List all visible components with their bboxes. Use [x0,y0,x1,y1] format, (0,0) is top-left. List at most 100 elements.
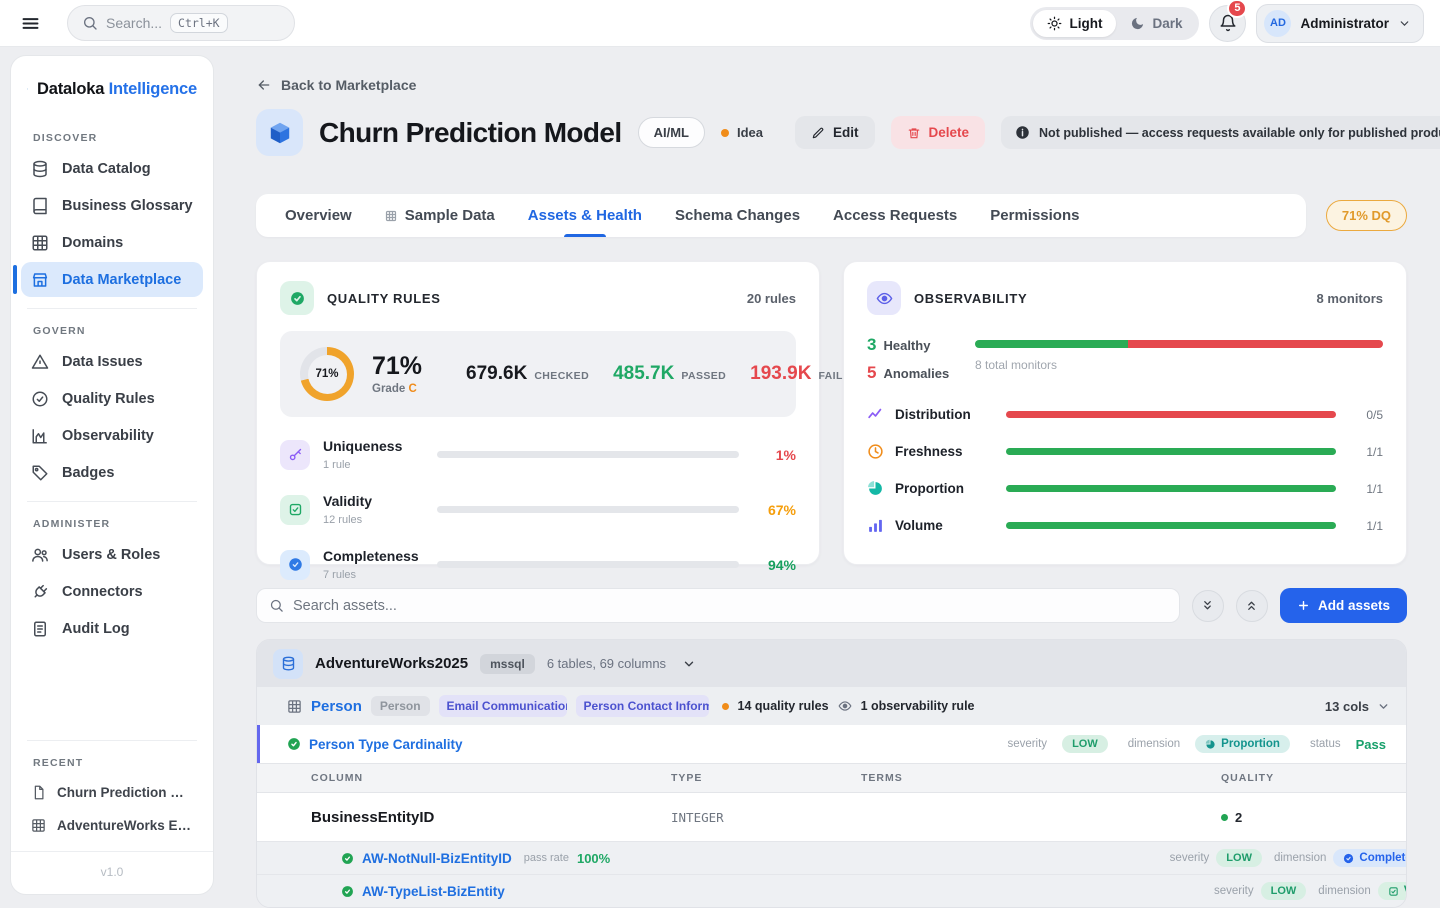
datasource-header[interactable]: AdventureWorks2025 mssql 6 tables, 69 co… [257,640,1406,687]
user-menu[interactable]: AD Administrator [1256,4,1424,43]
assets-toolbar: Add assets [256,588,1407,623]
expand-all-button[interactable] [1236,590,1268,622]
collapse-all-button[interactable] [1192,590,1224,622]
asset-panel: AdventureWorks2025 mssql 6 tables, 69 co… [256,639,1407,908]
chevron-down-icon [1377,700,1390,713]
sidebar-item-business-glossary[interactable]: Business Glossary [21,188,203,223]
back-link[interactable]: Back to Marketplace [256,77,416,93]
plug-icon [31,583,49,601]
check-circle-icon [287,737,301,751]
notifications-button[interactable]: 5 [1209,5,1246,42]
sidebar-item-domains[interactable]: Domains [21,225,203,260]
warning-triangle-icon [31,353,49,371]
table-row-person: Person Person Email Communication Pref P… [257,687,1406,725]
chevron-down-icon[interactable] [682,657,696,671]
search-shortcut-kbd: Ctrl+K [170,13,228,33]
monitor-row-proportion: Proportion 1/1 [867,480,1383,497]
recent-item-adventureworks[interactable]: AdventureWorks Enterpr… [21,809,203,841]
sidebar-item-audit-log[interactable]: Audit Log [21,611,203,646]
tab-overview[interactable]: Overview [285,194,352,237]
delete-button[interactable]: Delete [891,116,986,149]
sidebar-item-data-issues[interactable]: Data Issues [21,344,203,379]
recent-item-churn-prediction-model[interactable]: Churn Prediction Model [21,776,203,808]
asset-search[interactable] [256,588,1180,623]
edit-button[interactable]: Edit [795,116,875,149]
section-title-recent: RECENT [11,741,213,775]
column-row-businessentityid[interactable]: BusinessEntityID INTEGER 2 [257,793,1406,841]
quality-rules-summary: 14 quality rules [738,699,829,713]
term-badge[interactable]: Person Contact Informatio [576,695,709,717]
grid-small-icon [385,210,397,222]
sidebar-item-data-marketplace[interactable]: Data Marketplace [21,262,203,297]
brand: Dataloka Intelligence [11,56,213,116]
column-rule-row: AW-TypeList-BizEntity severity LOW dimen… [257,874,1406,907]
book-icon [31,197,49,215]
chart-icon [31,427,49,445]
dimension-badge: Proportion [1195,735,1290,753]
dimension-badge: Completeness [1333,849,1407,867]
rule-name-link[interactable]: AW-TypeList-BizEntity [362,884,505,899]
add-assets-button[interactable]: Add assets [1280,588,1407,623]
table-rule-row: Person Type Cardinality severity LOW dim… [257,725,1406,763]
term-badge[interactable]: Email Communication Pref [439,695,567,717]
sidebar-item-connectors[interactable]: Connectors [21,574,203,609]
quality-rules-title: QUALITY RULES [327,291,441,306]
topbar: Search... Ctrl+K Light Dark 5 AD Adminis… [0,0,1440,47]
sidebar-item-badges[interactable]: Badges [21,455,203,490]
eye-icon [838,699,852,713]
notification-count-badge: 5 [1227,0,1247,18]
columns-header: COLUMN TYPE TERMS QUALITY [257,763,1406,793]
tab-schema-changes[interactable]: Schema Changes [675,194,800,237]
quality-rules-count: 20 rules [747,291,796,306]
brand-name: Dataloka [37,80,104,98]
sidebar-item-observability[interactable]: Observability [21,418,203,453]
search-placeholder: Search... [106,15,162,31]
status-badge: Idea [721,125,763,140]
anomalies-stat: 5 Anomalies [867,363,961,383]
asset-search-input[interactable] [293,598,1167,614]
uniqueness-percent: 1% [752,447,796,463]
check-circle-icon [341,885,354,898]
page-title: Churn Prediction Model [319,117,622,149]
dq-grade: C [408,383,416,395]
total-monitors-caption: 8 total monitors [975,358,1383,372]
tab-permissions[interactable]: Permissions [990,194,1079,237]
tab-access-requests[interactable]: Access Requests [833,194,957,237]
quality-dot [722,703,729,710]
engine-badge: mssql [480,654,535,674]
theme-light-button[interactable]: Light [1033,10,1116,37]
checkbox-icon [280,495,310,525]
sidebar-item-users-roles[interactable]: Users & Roles [21,537,203,572]
table-name-link[interactable]: Person [311,698,362,715]
chevron-down-icon [1398,17,1411,30]
tab-sample-data[interactable]: Sample Data [385,194,495,237]
user-name: Administrator [1300,16,1389,31]
theme-toggle: Light Dark [1030,7,1199,40]
columns-toggle[interactable]: 13 cols [1325,699,1390,714]
trend-line-icon [867,406,884,423]
column-rule-row: AW-NotNull-BizEntityID pass rate 100% se… [257,841,1406,874]
eye-icon [867,281,901,315]
monitor-row-volume: Volume 1/1 [867,517,1383,534]
dimension-badge: Validity [1378,882,1407,900]
global-search-input[interactable]: Search... Ctrl+K [67,5,295,41]
arrow-left-icon [256,77,272,93]
severity-badge: LOW [1261,882,1307,900]
document-icon [31,620,49,638]
database-icon [273,649,303,679]
passed-stat: 485.7KPASSED [613,363,726,385]
rule-name-link[interactable]: AW-NotNull-BizEntityID [362,851,512,866]
monitors-count: 8 monitors [1317,291,1383,306]
sidebar-item-data-catalog[interactable]: Data Catalog [21,151,203,186]
completeness-percent: 94% [752,557,796,573]
pie-icon [867,480,884,497]
theme-dark-button[interactable]: Dark [1116,10,1196,37]
tabs-bar: Overview Sample Data Assets & Health Sch… [256,194,1306,237]
rule-name-link[interactable]: Person Type Cardinality [309,737,463,752]
sidebar-item-quality-rules[interactable]: Quality Rules [21,381,203,416]
dq-score-percent: 71% [372,353,422,379]
hamburger-menu-icon[interactable] [16,9,45,38]
tab-assets-health[interactable]: Assets & Health [528,194,642,237]
grid-icon [31,234,49,252]
datasource-meta: 6 tables, 69 columns [547,656,666,671]
